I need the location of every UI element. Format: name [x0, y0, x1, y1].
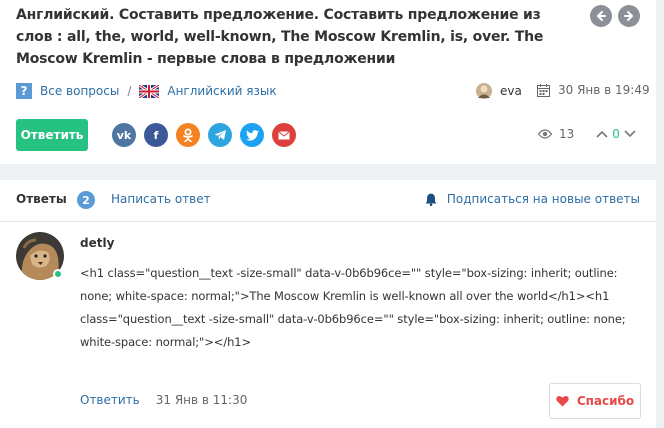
bell-icon	[425, 193, 437, 206]
answers-card: Ответы 2 Написать ответ Подписаться на н…	[0, 180, 656, 428]
question-meta: ? Все вопросы / Английский язык eva 30 Я…	[16, 83, 650, 101]
prev-question-button[interactable]	[590, 5, 612, 27]
votes-count: 0	[612, 127, 620, 141]
thanks-label: Спасибо	[576, 394, 635, 408]
breadcrumb: ? Все вопросы / Английский язык	[16, 83, 277, 99]
question-author[interactable]: eva	[476, 83, 522, 99]
uk-flag-icon	[139, 84, 160, 98]
breadcrumb-all-questions[interactable]: Все вопросы	[40, 84, 119, 98]
breadcrumb-subject[interactable]: Английский язык	[167, 84, 276, 98]
vote-down-button[interactable]	[624, 130, 636, 138]
answers-title: Ответы	[16, 192, 67, 206]
answer-text: <h1 class="question__text -size-small" d…	[80, 266, 626, 349]
subscribe-label: Подписаться на новые ответы	[446, 192, 640, 206]
question-title: Английский. Составить предложение. Соста…	[16, 7, 544, 67]
online-indicator	[53, 269, 63, 279]
eye-icon	[538, 129, 552, 139]
twitter-icon[interactable]	[240, 123, 264, 147]
author-avatar	[476, 83, 492, 99]
question-stats: 13 0	[538, 127, 636, 141]
write-answer-link[interactable]: Написать ответ	[111, 192, 211, 206]
telegram-icon[interactable]	[208, 123, 232, 147]
heart-icon	[556, 395, 569, 407]
question-navigation	[590, 5, 640, 27]
chevron-down-icon	[624, 130, 636, 138]
answers-divider	[0, 221, 656, 222]
question-author-name: eva	[500, 84, 522, 98]
question-mark-icon: ?	[16, 83, 32, 99]
question-date: 30 Янв в 19:49	[537, 83, 650, 97]
thanks-button[interactable]: Спасибо	[549, 383, 641, 419]
facebook-icon[interactable]: f	[144, 123, 168, 147]
answer-date: 31 Янв в 11:30	[155, 393, 248, 407]
vk-icon[interactable]: vk	[112, 123, 136, 147]
views-count: 13	[559, 127, 575, 141]
chevron-up-icon	[596, 130, 608, 138]
subscribe-link[interactable]: Подписаться на новые ответы	[425, 192, 640, 206]
vote-up-button[interactable]	[596, 130, 608, 138]
arrow-left-icon	[597, 11, 606, 21]
answers-header: Ответы 2 Написать ответ Подписаться на н…	[16, 191, 640, 210]
breadcrumb-separator: /	[127, 84, 132, 98]
email-icon[interactable]	[272, 123, 296, 147]
answer-author-name[interactable]: detly	[80, 236, 114, 250]
odnoklassniki-icon[interactable]	[176, 123, 200, 147]
calendar-icon	[537, 83, 550, 97]
question-card: Английский. Составить предложение. Соста…	[0, 0, 656, 164]
arrow-right-icon	[624, 11, 633, 21]
question-date-text: 30 Янв в 19:49	[558, 83, 650, 97]
answers-count-badge: 2	[77, 191, 95, 209]
answer-button[interactable]: Ответить	[16, 119, 88, 151]
share-buttons: vk f	[112, 123, 296, 147]
reply-link[interactable]: Ответить	[80, 393, 140, 407]
next-question-button[interactable]	[618, 5, 640, 27]
answer-footer: Ответить 31 Янв в 11:30	[80, 393, 247, 407]
